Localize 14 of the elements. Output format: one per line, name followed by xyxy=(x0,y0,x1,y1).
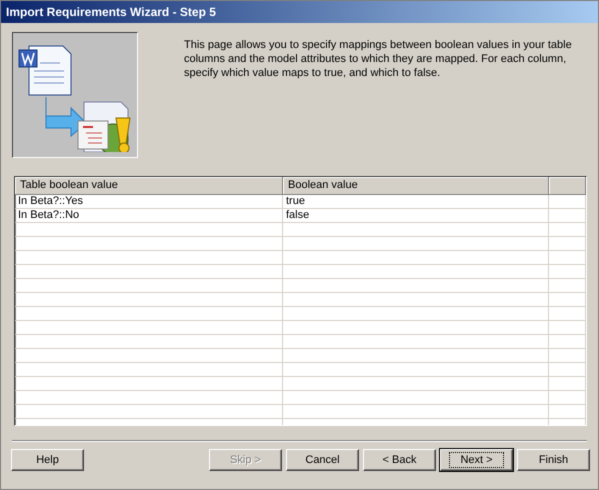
wizard-description: This page allows you to specify mappings between boolean values in your table columns and the model attributes to which they are mapped. For each column, specify which value maps to true, and which to false. xyxy=(184,38,573,81)
table-cell: In Beta?::No xyxy=(15,209,283,223)
column-header[interactable]: Boolean value xyxy=(283,177,549,195)
column-header[interactable] xyxy=(549,177,586,195)
table-cell: In Beta?::Yes xyxy=(15,195,283,209)
table-cell: true xyxy=(283,195,549,209)
wizard-button[interactable]: Cancel xyxy=(286,449,359,471)
column-header[interactable]: Table boolean value xyxy=(15,177,283,195)
wizard-button[interactable]: < Back xyxy=(363,449,436,471)
wizard-button[interactable]: Finish xyxy=(517,449,590,471)
wizard-button[interactable]: Help xyxy=(11,449,84,471)
wizard-button[interactable]: Next > xyxy=(440,449,513,471)
window-title: Import Requirements Wizard - Step 5 xyxy=(6,5,216,19)
table-cell: false xyxy=(283,209,549,223)
